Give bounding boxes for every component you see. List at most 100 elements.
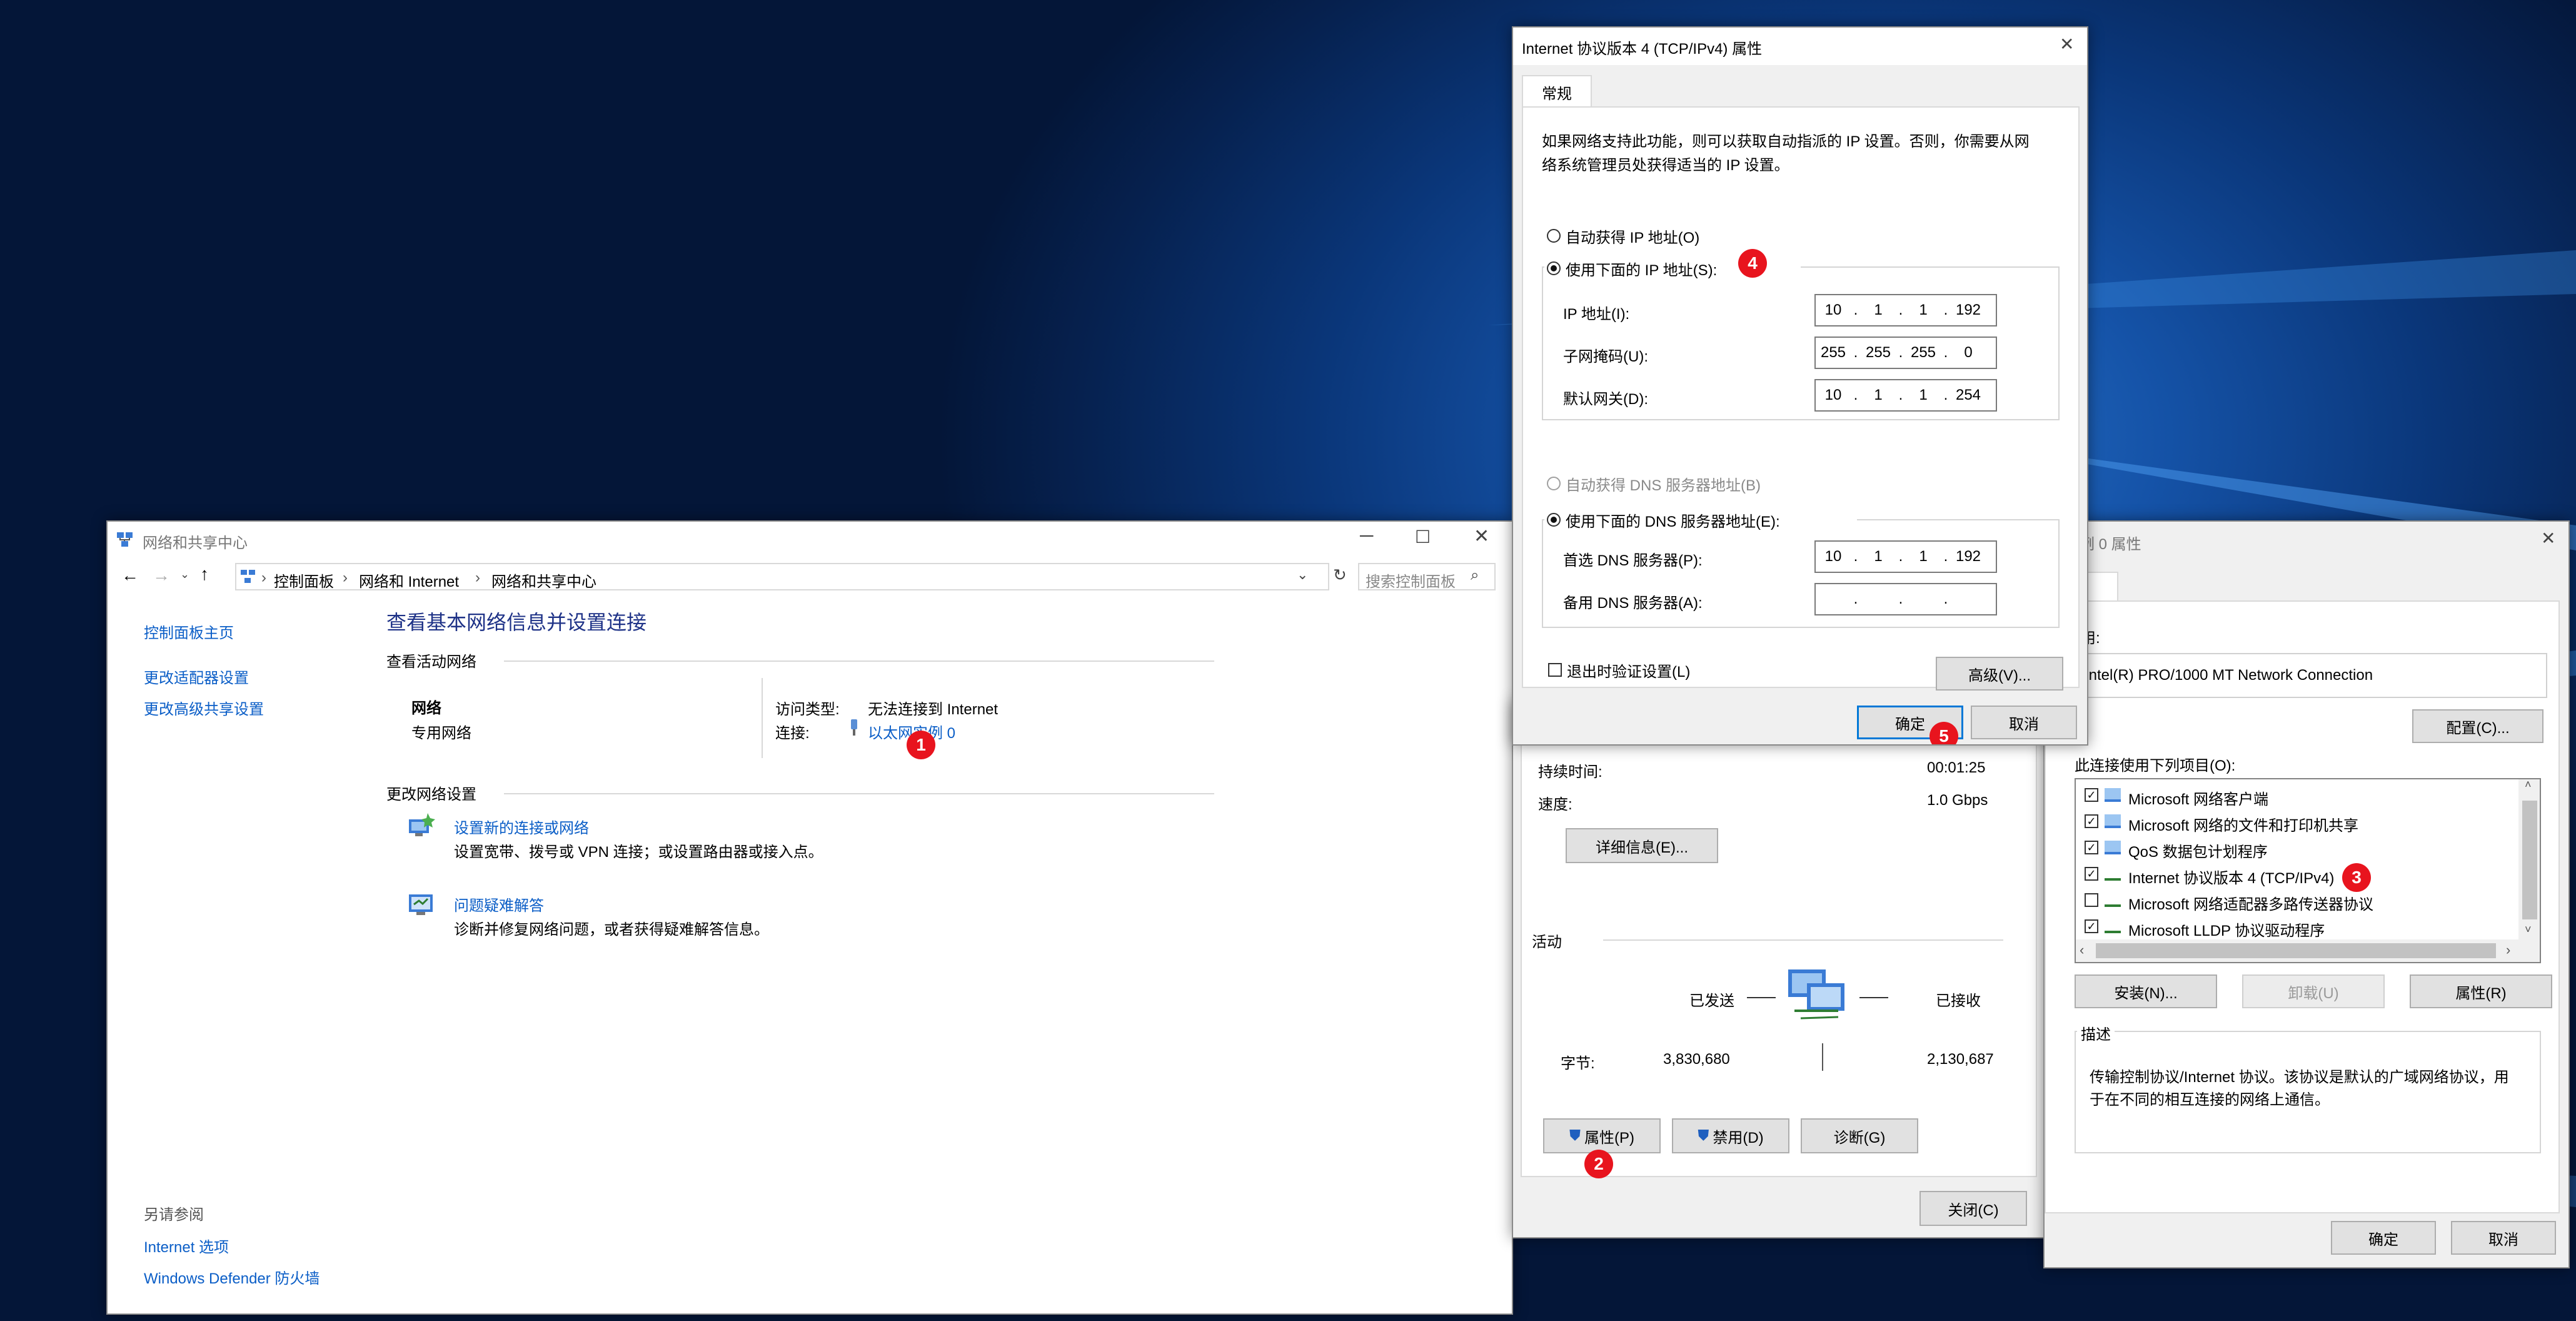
item-checkbox[interactable]: ✓ [2085,841,2098,854]
cancel-button[interactable]: 取消 [1971,706,2077,739]
item-checkbox[interactable]: ✓ [2085,814,2098,828]
step-badge-1: 1 [907,731,935,759]
step-badge-5: 5 [1929,722,1958,744]
task-troubleshoot-desc: 诊断并修复网络问题，或者获得疑难解答信息。 [454,921,769,938]
ip-dot: . [1898,548,1903,565]
manual-dns-label[interactable]: 使用下面的 DNS 服务器地址(E): [1566,509,1780,531]
speed-label: 速度: [1538,796,1572,813]
ethernet-status-window: 持续时间: 00:01:25 速度: 1.0 Gbps 详细信息(E)... 活… [1512,701,2045,1238]
adapter-box: Intel(R) PRO/1000 MT Network Connection [2053,653,2547,698]
sidebar-item-sharing[interactable]: 更改高级共享设置 [144,697,264,719]
close-button[interactable]: 关闭(C) [1919,1191,2027,1226]
gateway-field[interactable]: 10. 1. 1. 254 [1814,379,1997,412]
see-also-firewall[interactable]: Windows Defender 防火墙 [144,1266,319,1288]
sidebar-item-home[interactable]: 控制面板主页 [144,620,234,642]
item-checkbox[interactable]: ✓ [2085,788,2098,802]
auto-dns-label[interactable]: 自动获得 DNS 服务器地址(B) [1566,473,1761,495]
cancel-button[interactable]: 取消 [2451,1221,2556,1255]
up-icon[interactable]: ↑ [200,564,209,584]
scroll-down-icon[interactable]: ˅ [2525,923,2532,936]
manual-ip-label[interactable]: 使用下面的 IP 地址(S): [1566,258,1717,280]
validate-label[interactable]: 退出时验证设置(L) [1567,659,1690,681]
network-client-icon [2105,841,2121,854]
ip-dot: . [1853,301,1858,318]
scroll-right-icon[interactable]: › [2506,942,2510,958]
scroll-left-icon[interactable]: ‹ [2080,942,2084,958]
auto-ip-label[interactable]: 自动获得 IP 地址(O) [1566,225,1699,247]
mask-field[interactable]: 255. 255. 255. 0 [1814,337,1997,369]
manual-ip-radio[interactable] [1547,261,1561,275]
list-item[interactable]: ✓ Microsoft 网络的文件和打印机共享 [2076,809,2513,834]
search-icon[interactable]: ⌕ [1471,567,1479,584]
configure-button[interactable]: 配置(C)... [2412,709,2543,743]
forward-icon[interactable]: → [153,565,170,585]
items-list: ✓ Microsoft 网络客户端 ✓ Microsoft 网络的文件和打印机共享 ✓ Q… [2075,778,2541,963]
description-line-1: 传输控制协议/Internet 协议。该协议是默认的广域网络协议，用 [2090,1069,2509,1086]
auto-dns-radio[interactable] [1547,477,1561,490]
received-label: 已接收 [1936,993,1981,1010]
dns1-octet: 192 [1955,548,1981,565]
close-icon[interactable]: ✕ [2060,34,2074,54]
item-properties-button[interactable]: 属性(R) [2410,974,2552,1008]
ip-octet: 10 [1824,301,1842,318]
intro-line-1: 如果网络支持此功能，则可以获取自动指派的 IP 设置。否则，你需要从网 [1542,133,2030,150]
minimize-icon[interactable]: ─ [1360,525,1373,547]
list-item[interactable]: ✓ QoS 数据包计划程序 [2076,836,2513,861]
history-dropdown-icon[interactable]: ⌄ [180,568,189,581]
sidebar-item-adapter[interactable]: 更改适配器设置 [144,666,249,687]
ip-dot: . [1943,590,1948,607]
list-item[interactable]: ✓ Microsoft LLDP 协议驱动程序 [2076,914,2513,939]
breadcrumb-item[interactable]: 控制面板 [274,569,334,591]
ip-octet: 192 [1955,301,1981,318]
close-icon[interactable]: ✕ [2541,528,2555,549]
breadcrumb-item[interactable]: 网络和共享中心 [491,569,596,591]
dns1-field[interactable]: 10. 1. 1. 192 [1814,540,1997,573]
troubleshoot-icon [409,894,433,915]
refresh-icon[interactable]: ↻ [1333,565,1347,585]
list-item[interactable]: ✓ Microsoft 网络客户端 [2076,783,2513,808]
item-checkbox[interactable]: ✓ [2085,867,2098,881]
details-button[interactable]: 详细信息(E)... [1566,828,1718,863]
list-vscrollbar[interactable]: ˄ ˅ [2518,779,2540,939]
received-line [1859,997,1888,998]
list-item[interactable]: Microsoft 网络适配器多路传送器协议 [2076,888,2513,913]
duration-label: 持续时间: [1538,764,1602,781]
install-button[interactable]: 安装(N)... [2075,974,2217,1008]
item-checkbox[interactable] [2085,893,2098,907]
breadcrumb-item[interactable]: 网络和 Internet [359,569,459,591]
manual-dns-radio[interactable] [1547,513,1561,527]
address-bar[interactable]: › 控制面板 › 网络和 Internet › 网络和共享中心 ⌄ [235,563,1329,590]
see-also-internet-options[interactable]: Internet 选项 [144,1235,229,1257]
maximize-icon[interactable]: ☐ [1415,527,1431,547]
ok-button[interactable]: 确定 [2331,1221,2436,1255]
address-dropdown-icon[interactable]: ⌄ [1297,567,1308,583]
network-name: 网络 [411,700,441,717]
address-sep-icon: › [475,569,480,586]
list-hscrollbar[interactable]: ‹ › [2076,939,2540,962]
diagnose-button[interactable]: 诊断(G) [1801,1118,1918,1153]
scroll-thumb[interactable] [2522,801,2537,919]
list-item[interactable]: ✓ Internet 协议版本 4 (TCP/IPv4) [2076,862,2513,887]
item-checkbox[interactable]: ✓ [2085,919,2098,933]
ip-dot: . [1853,590,1858,607]
back-icon[interactable]: ← [121,565,139,585]
properties-button[interactable]: ⛊ 属性(P) [1543,1118,1661,1153]
search-input[interactable]: 搜索控制面板 [1366,569,1456,591]
hscroll-thumb[interactable] [2096,943,2496,958]
dns2-field[interactable]: . . . [1814,583,1997,615]
ethernet-icon [851,719,857,736]
scroll-up-icon[interactable]: ˄ [2525,779,2532,791]
task-troubleshoot-link[interactable]: 问题疑难解答 [454,893,544,915]
auto-ip-radio[interactable] [1547,229,1561,243]
close-icon[interactable]: ✕ [1474,525,1489,547]
advanced-button[interactable]: 高级(V)... [1936,657,2063,691]
task-new-connection-link[interactable]: 设置新的连接或网络 [454,816,589,838]
ip-field[interactable]: 10. 1. 1. 192 [1814,294,1997,326]
validate-checkbox[interactable] [1548,663,1562,677]
nav-bar: ← → ⌄ ↑ › 控制面板 › 网络和 Internet › 网络和共享中心 … [108,559,1512,594]
active-network-title: 查看活动网络 [386,654,476,671]
uninstall-button[interactable]: 卸载(U) [2242,974,2385,1008]
disable-button[interactable]: ⛊ 禁用(D) [1672,1118,1789,1153]
ip-dot: . [1943,387,1948,403]
tab-general[interactable]: 常规 [1522,75,1592,108]
